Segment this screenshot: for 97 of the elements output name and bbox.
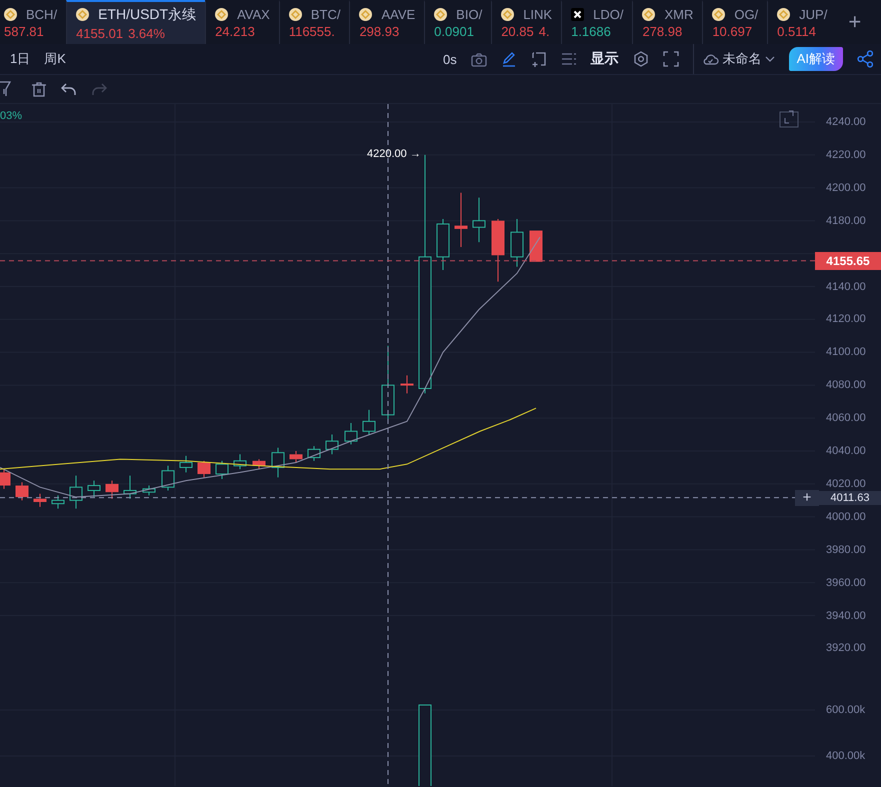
price-axis-label: 4000.00 xyxy=(826,510,866,523)
ticker-price: 0.5114 xyxy=(777,24,816,39)
price-axis-label: 4180.00 xyxy=(826,214,866,227)
price-axis-label: 4200.00 xyxy=(826,182,866,194)
candlestick xyxy=(180,455,192,473)
price-axis-label: 4220.00 xyxy=(826,148,866,161)
coin-icon xyxy=(4,8,17,21)
coin-icon xyxy=(777,8,790,21)
expand-icon[interactable] xyxy=(780,110,798,128)
ticker-price: 4155.01 xyxy=(76,26,124,40)
last-price-label: 4155.65 xyxy=(815,252,881,270)
display-menu[interactable]: 显示 xyxy=(590,50,619,68)
coin-icon xyxy=(434,8,448,21)
add-tab-button[interactable]: + xyxy=(836,0,874,44)
ticker-symbol: JUP/ xyxy=(799,7,828,22)
list-icon[interactable] xyxy=(560,51,577,67)
ticker-price: 278.98 xyxy=(642,24,682,39)
volume-axis-label: 600.00k xyxy=(826,704,866,716)
share-icon[interactable] xyxy=(857,50,873,68)
price-axis-label: 4080.00 xyxy=(826,379,866,392)
price-axis-label: 3960.00 xyxy=(826,576,866,589)
layout-dropdown[interactable]: 未命名 xyxy=(692,44,775,74)
ticker-price: 587.81 xyxy=(4,24,44,39)
cloud-icon xyxy=(702,52,720,66)
caret-icon xyxy=(764,56,775,62)
high-price-label: 4220.00 → xyxy=(367,148,421,160)
crosshair-add-button[interactable]: + xyxy=(795,490,819,506)
coin-icon xyxy=(215,8,228,21)
undo-icon[interactable] xyxy=(61,82,77,96)
ticker-symbol: BTC/ xyxy=(310,7,340,22)
cross-icon xyxy=(571,8,584,21)
ticker-symbol: LDO/ xyxy=(593,7,624,22)
crosshair-price-label: 4011.63 xyxy=(819,490,881,505)
camera-icon[interactable] xyxy=(470,52,487,66)
pencil-icon[interactable] xyxy=(500,51,517,67)
ticker-price: 10.697 xyxy=(712,24,752,39)
price-axis-label: 3940.00 xyxy=(826,610,866,622)
coin-icon xyxy=(712,8,726,21)
ticker-change: 4. xyxy=(538,24,550,39)
candlestick xyxy=(0,468,10,490)
coin-icon xyxy=(76,8,90,21)
price-axis-label: 4120.00 xyxy=(826,313,866,326)
ticker-price: 116555. xyxy=(288,24,335,39)
price-axis-label: 4140.00 xyxy=(826,280,866,292)
settings-icon[interactable] xyxy=(632,51,649,67)
candlestick xyxy=(400,374,414,394)
candlestick xyxy=(290,450,302,464)
ticker-change: 3.64% xyxy=(128,26,165,40)
ticker-symbol: XMR xyxy=(664,7,694,22)
ticker-tab[interactable]: ETH/USDT永续 4155.01 3.64% xyxy=(66,0,206,44)
ticker-symbol: ETH/USDT永续 xyxy=(98,6,196,24)
ticker-price: 298.93 xyxy=(359,24,400,39)
fullscreen-icon[interactable] xyxy=(662,51,679,67)
candlestick xyxy=(216,460,228,480)
trash-icon[interactable] xyxy=(31,81,47,97)
ticker-symbol: LINK xyxy=(523,7,552,22)
price-axis-label: 4240.00 xyxy=(826,116,866,128)
price-axis-label: 3980.00 xyxy=(826,544,866,556)
coin-icon xyxy=(288,8,302,21)
candlestick xyxy=(106,480,118,500)
ticker-price: 20.85 xyxy=(501,24,534,39)
candlestick xyxy=(492,218,504,282)
ticker-symbol: BCH/ xyxy=(26,7,58,22)
ticker-tab[interactable]: BCH/ 587.81 xyxy=(0,0,66,44)
candlestick xyxy=(34,493,46,508)
ticker-symbol: BIO/ xyxy=(456,7,482,22)
volume-axis-label: 400.00k xyxy=(826,750,866,762)
candlestick xyxy=(198,460,210,478)
add-frame-icon[interactable] xyxy=(530,51,547,67)
candlestick xyxy=(252,458,266,470)
ai-analysis-button[interactable]: AI解读 xyxy=(788,47,843,71)
countdown-timer: 0s xyxy=(442,52,457,66)
coin-icon xyxy=(501,8,514,21)
layout-name: 未命名 xyxy=(722,50,762,68)
ticker-price: 0.0901 xyxy=(434,24,474,39)
price-axis-label: 4060.00 xyxy=(826,412,866,424)
price-axis-label: 4040.00 xyxy=(826,445,866,457)
candlestick xyxy=(52,494,64,510)
indicator-value: 03% xyxy=(0,110,22,122)
ticker-symbol: AVAX xyxy=(237,7,270,22)
candlestick xyxy=(530,230,542,262)
ticker-symbol: OG/ xyxy=(734,7,758,22)
coin-icon xyxy=(642,8,656,21)
ticker-price: 24.213 xyxy=(215,24,255,39)
coin-icon xyxy=(359,8,372,21)
interval-tab[interactable]: 1日 xyxy=(10,50,30,68)
candlestick xyxy=(454,192,468,248)
price-axis-label: 4020.00 xyxy=(826,478,866,490)
filter-icon[interactable] xyxy=(0,81,11,97)
ticker-symbol: AAVE xyxy=(381,7,416,22)
candlestick xyxy=(16,482,28,501)
price-axis-label: 3920.00 xyxy=(826,642,866,654)
price-axis-label: 4100.00 xyxy=(826,346,866,358)
candlestick xyxy=(344,422,358,445)
candlestick xyxy=(234,454,246,470)
interval-tab[interactable]: 周K xyxy=(44,50,66,68)
ticker-price: 1.1686 xyxy=(571,24,611,39)
